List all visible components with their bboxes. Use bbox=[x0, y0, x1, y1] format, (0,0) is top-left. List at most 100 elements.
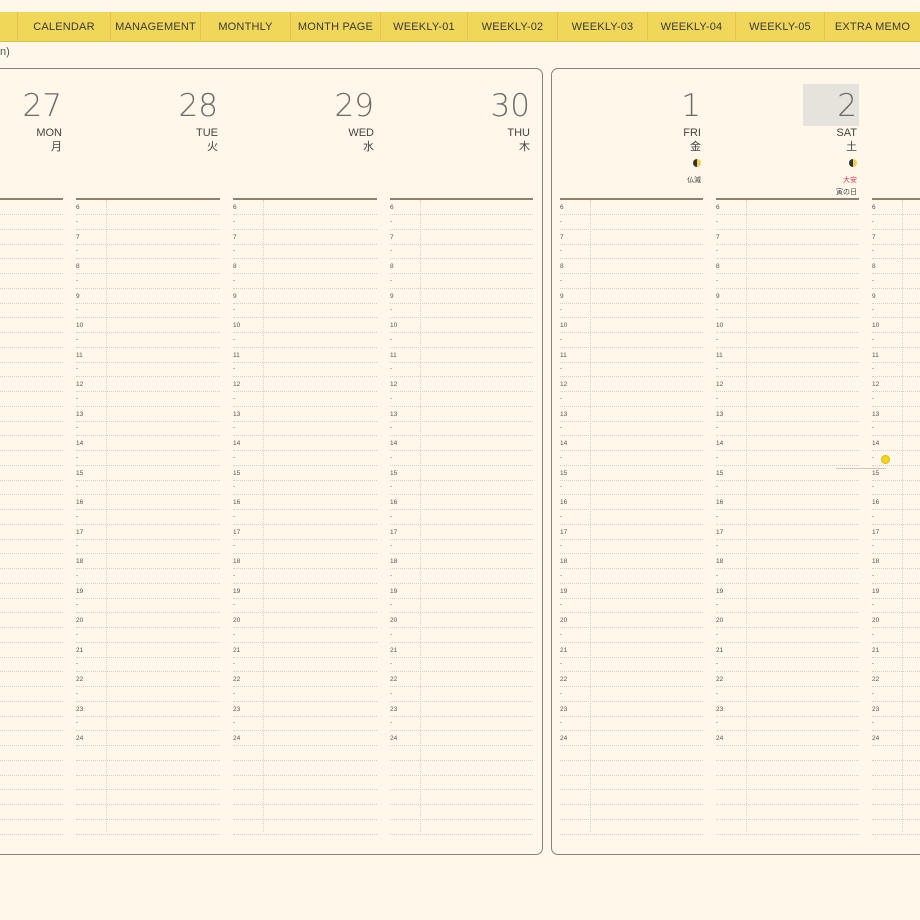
grid-line bbox=[0, 553, 63, 555]
grid-line bbox=[560, 804, 703, 805]
grid-line bbox=[716, 686, 859, 687]
grid-line bbox=[76, 494, 220, 496]
day-header-tue[interactable]: 28 TUE 火 bbox=[150, 88, 218, 154]
grid-line bbox=[233, 494, 377, 496]
grid-line bbox=[872, 361, 920, 363]
column-header-rule bbox=[390, 198, 533, 200]
grid-line bbox=[872, 538, 920, 540]
grid-line bbox=[390, 582, 533, 584]
tab-weekly-01[interactable]: WEEKLY-01 bbox=[381, 12, 468, 42]
grid-line bbox=[0, 464, 63, 466]
grid-line bbox=[390, 450, 533, 451]
half-hour-mark: - bbox=[716, 690, 718, 697]
half-hour-mark: - bbox=[716, 454, 718, 461]
grid-line bbox=[872, 759, 920, 761]
grid-line bbox=[872, 273, 920, 274]
day-header-sat[interactable]: 2 SAT 土 大安 寅の日 bbox=[800, 88, 857, 197]
day-header-fri[interactable]: 1 FRI 金 仏滅 bbox=[640, 88, 701, 185]
grid-line bbox=[872, 671, 920, 673]
grid-line bbox=[390, 730, 533, 732]
half-hour-mark: - bbox=[233, 602, 235, 609]
grid-line bbox=[233, 656, 377, 658]
event-dot-icon[interactable] bbox=[881, 455, 890, 464]
tab-calendar[interactable]: CALENDAR bbox=[18, 12, 111, 42]
half-hour-mark: - bbox=[390, 631, 392, 638]
tab-monthly[interactable]: MONTHLY bbox=[201, 12, 291, 42]
half-hour-mark: - bbox=[560, 543, 562, 550]
grid-line bbox=[0, 405, 63, 407]
hour-label: 23 bbox=[76, 705, 84, 713]
grid-line bbox=[390, 671, 533, 673]
grid-line bbox=[872, 686, 920, 687]
grid-line bbox=[0, 287, 63, 289]
hour-label: 22 bbox=[390, 676, 398, 683]
grid-line bbox=[872, 553, 920, 555]
half-hour-mark: - bbox=[872, 248, 874, 255]
hour-label: 17 bbox=[872, 528, 880, 536]
hour-label: 7 bbox=[390, 233, 394, 241]
grid-line bbox=[560, 228, 703, 230]
grid-line bbox=[0, 789, 63, 791]
grid-line bbox=[0, 420, 63, 422]
tab-weekly-04[interactable]: WEEKLY-04 bbox=[648, 12, 736, 42]
grid-line bbox=[390, 479, 533, 481]
tab-weekly-03[interactable]: WEEKLY-03 bbox=[558, 12, 648, 42]
grid-line bbox=[390, 405, 533, 407]
grid-line bbox=[76, 715, 220, 717]
hour-label: 16 bbox=[560, 499, 568, 506]
grid-line bbox=[0, 700, 63, 702]
day-header-thu[interactable]: 30 THU 木 bbox=[462, 88, 530, 154]
grid-line bbox=[0, 818, 63, 820]
day-number: 27 bbox=[22, 88, 62, 124]
half-hour-mark: - bbox=[560, 218, 562, 225]
hour-label: 22 bbox=[716, 676, 724, 683]
grid-line bbox=[560, 302, 703, 304]
grid-line bbox=[560, 686, 703, 687]
hour-label: 9 bbox=[560, 292, 564, 300]
grid-line bbox=[0, 435, 63, 437]
day-header-wed[interactable]: 29 WED 水 bbox=[306, 88, 374, 154]
grid-line bbox=[233, 214, 377, 215]
half-hour-mark: - bbox=[716, 336, 718, 343]
grid-line bbox=[76, 258, 220, 260]
hour-label: 15 bbox=[716, 469, 724, 477]
grid-line bbox=[716, 243, 859, 245]
hour-label: 8 bbox=[560, 263, 564, 270]
grid-line bbox=[390, 804, 533, 805]
grid-line bbox=[560, 376, 703, 378]
half-hour-mark: - bbox=[76, 248, 78, 255]
half-hour-mark: - bbox=[390, 336, 392, 343]
grid-line bbox=[233, 568, 377, 569]
grid-line bbox=[872, 774, 920, 776]
hour-label: 13 bbox=[716, 410, 724, 418]
grid-line bbox=[872, 302, 920, 304]
tab-spacer bbox=[0, 12, 18, 42]
tab-management[interactable]: MANAGEMENT bbox=[111, 12, 201, 42]
grid-line bbox=[233, 346, 377, 348]
tab-extra-memo[interactable]: EXTRA MEMO bbox=[825, 12, 920, 42]
grid-line bbox=[716, 538, 859, 540]
grid-line bbox=[0, 730, 63, 732]
grid-line bbox=[0, 627, 63, 628]
grid-line bbox=[390, 745, 533, 746]
half-hour-mark: - bbox=[872, 218, 874, 225]
half-hour-mark: - bbox=[390, 513, 392, 520]
day-header-mon[interactable]: 27 MON 月 bbox=[0, 88, 62, 154]
hour-label: 8 bbox=[76, 263, 80, 270]
grid-line bbox=[560, 759, 703, 761]
half-hour-mark: - bbox=[560, 602, 562, 609]
half-hour-mark: - bbox=[390, 395, 392, 402]
grid-line bbox=[716, 258, 859, 260]
tab-month-page[interactable]: MONTH PAGE bbox=[291, 12, 381, 42]
grid-line bbox=[0, 346, 63, 348]
hour-label: 6 bbox=[560, 204, 564, 211]
half-hour-mark: - bbox=[716, 307, 718, 314]
tab-weekly-02[interactable]: WEEKLY-02 bbox=[468, 12, 558, 42]
column-divider bbox=[746, 200, 747, 832]
grid-line bbox=[233, 523, 377, 525]
grid-line bbox=[872, 582, 920, 584]
grid-line bbox=[560, 789, 703, 791]
tab-weekly-05[interactable]: WEEKLY-05 bbox=[736, 12, 825, 42]
half-hour-mark: - bbox=[716, 602, 718, 609]
grid-line bbox=[76, 464, 220, 466]
